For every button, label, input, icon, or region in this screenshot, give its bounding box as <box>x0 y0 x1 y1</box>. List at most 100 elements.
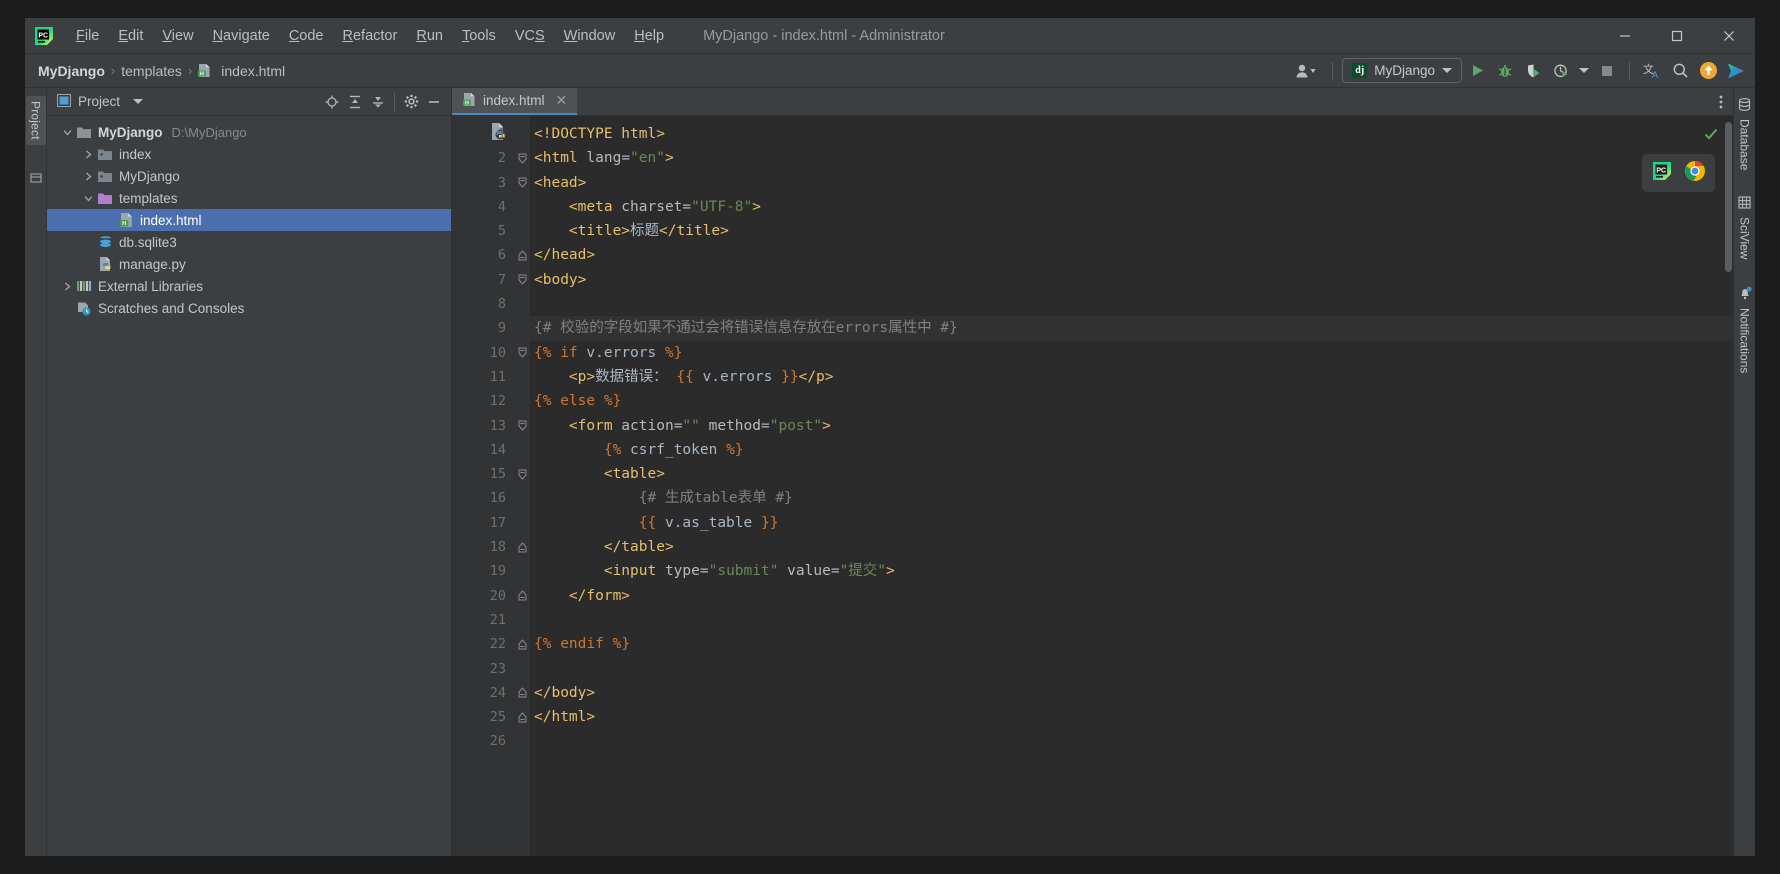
tool-window-tab-database[interactable]: Database <box>1736 96 1754 172</box>
chevron-down-icon[interactable] <box>59 128 75 137</box>
code-line[interactable]: <table> <box>530 462 1733 486</box>
debug-bug-icon[interactable] <box>1492 58 1518 84</box>
line-number[interactable]: 7 <box>452 268 514 292</box>
tree-row[interactable]: db.sqlite3 <box>47 231 451 253</box>
tree-row[interactable]: manage.py <box>47 253 451 275</box>
tree-row[interactable]: MyDjango <box>47 165 451 187</box>
tree-row[interactable]: Scratches and Consoles <box>47 297 451 319</box>
collapse-all-icon[interactable] <box>367 91 389 113</box>
tool-window-tab-project[interactable]: Project <box>25 96 46 145</box>
minimize-button[interactable] <box>1599 18 1651 53</box>
line-number[interactable]: 4 <box>452 195 514 219</box>
editor-tab-index-html[interactable]: H index.html ✕ <box>452 88 578 115</box>
code-line[interactable]: <html lang="en"> <box>530 146 1733 170</box>
line-number[interactable]: 20 <box>452 584 514 608</box>
code-line[interactable]: <head> <box>530 171 1733 195</box>
code-line[interactable]: <title>标题</title> <box>530 219 1733 243</box>
line-number[interactable]: 23 <box>452 657 514 681</box>
line-number[interactable]: 17 <box>452 511 514 535</box>
menu-view[interactable]: View <box>153 24 202 48</box>
tree-row[interactable]: MyDjango D:\MyDjango <box>47 121 451 143</box>
tree-row[interactable]: External Libraries <box>47 275 451 297</box>
chevron-right-icon[interactable] <box>80 172 96 181</box>
code-content[interactable]: PC <!DOCTYPE html> <html lang="en"> <hea… <box>530 116 1733 856</box>
code-line[interactable]: {% endif %} <box>530 632 1733 656</box>
menu-file[interactable]: File <box>67 24 108 48</box>
fold-marker[interactable] <box>514 462 530 486</box>
line-number[interactable]: 24 <box>452 681 514 705</box>
code-line[interactable]: {# 生成table表单 #} <box>530 486 1733 510</box>
fold-marker[interactable] <box>514 535 530 559</box>
code-folding-gutter[interactable] <box>514 116 530 856</box>
run-button[interactable] <box>1464 58 1490 84</box>
more-vertical-icon[interactable] <box>1709 88 1733 115</box>
code-line[interactable]: </body> <box>530 681 1733 705</box>
chevron-right-icon[interactable] <box>80 150 96 159</box>
maximize-button[interactable] <box>1651 18 1703 53</box>
code-line[interactable]: <!DOCTYPE html> <box>530 122 1733 146</box>
line-number[interactable]: 14 <box>452 438 514 462</box>
fold-marker[interactable] <box>514 705 530 729</box>
line-number[interactable]: 19 <box>452 559 514 583</box>
menu-refactor[interactable]: Refactor <box>334 24 407 48</box>
close-icon[interactable]: ✕ <box>556 92 568 109</box>
fold-marker[interactable] <box>514 681 530 705</box>
gear-icon[interactable] <box>400 91 422 113</box>
menu-navigate[interactable]: Navigate <box>204 24 279 48</box>
line-number[interactable]: 16 <box>452 486 514 510</box>
fold-marker[interactable] <box>514 584 530 608</box>
up-arrow-circle-icon[interactable] <box>1695 58 1721 84</box>
coverage-shield-icon[interactable] <box>1520 58 1546 84</box>
project-panel-title-group[interactable]: Project <box>57 93 144 110</box>
structure-icon[interactable] <box>29 171 42 189</box>
menu-help[interactable]: Help <box>625 24 673 48</box>
breadcrumb-item-file[interactable]: index.html <box>218 61 288 81</box>
code-line[interactable] <box>530 292 1733 316</box>
minimize-icon[interactable] <box>423 91 445 113</box>
line-number[interactable]: 26 <box>452 729 514 753</box>
user-account-icon[interactable] <box>1289 58 1323 84</box>
tree-row[interactable]: Hindex.html <box>47 209 451 231</box>
close-button[interactable] <box>1703 18 1755 53</box>
fold-marker[interactable] <box>514 171 530 195</box>
fold-marker[interactable] <box>514 632 530 656</box>
run-configuration-selector[interactable]: dj MyDjango <box>1342 58 1462 83</box>
colorful-play-icon[interactable] <box>1723 58 1749 84</box>
code-line[interactable]: </form> <box>530 584 1733 608</box>
breadcrumb-item-project[interactable]: MyDjango <box>35 61 108 81</box>
stop-button[interactable] <box>1594 58 1620 84</box>
line-number[interactable]: 25 <box>452 705 514 729</box>
line-number[interactable]: 6 <box>452 243 514 267</box>
line-number[interactable]: 2 <box>452 146 514 170</box>
code-line[interactable]: </table> <box>530 535 1733 559</box>
profiler-clock-icon[interactable] <box>1548 58 1574 84</box>
tree-row[interactable]: templates <box>47 187 451 209</box>
line-number[interactable]: 22 <box>452 632 514 656</box>
fold-marker[interactable] <box>514 146 530 170</box>
chevron-down-icon[interactable] <box>133 99 144 104</box>
fold-marker[interactable] <box>514 243 530 267</box>
line-number[interactable]: 3 <box>452 171 514 195</box>
line-number[interactable]: 13 <box>452 414 514 438</box>
menu-tools[interactable]: Tools <box>453 24 505 48</box>
line-number[interactable]: 15 <box>452 462 514 486</box>
code-line[interactable]: <input type="submit" value="提交"> <box>530 559 1733 583</box>
line-number[interactable]: 18 <box>452 535 514 559</box>
breadcrumb-item-templates[interactable]: templates <box>118 61 185 81</box>
code-line[interactable]: {# 校验的字段如果不通过会将错误信息存放在errors属性中 #} <box>530 316 1733 341</box>
line-number[interactable]: 1 <box>452 122 514 146</box>
tool-window-tab-notifications[interactable]: Notifications <box>1736 284 1754 375</box>
line-number[interactable]: 5 <box>452 219 514 243</box>
code-line[interactable] <box>530 608 1733 632</box>
code-line[interactable]: {% else %} <box>530 389 1733 413</box>
line-number[interactable]: 11 <box>452 365 514 389</box>
chevron-down-icon[interactable] <box>1576 58 1592 84</box>
chrome-logo-icon[interactable] <box>1684 160 1706 186</box>
chevron-down-icon[interactable] <box>80 194 96 203</box>
inspection-status-icon[interactable] <box>1703 126 1719 146</box>
fold-marker[interactable] <box>514 341 530 365</box>
line-number[interactable]: 12 <box>452 389 514 413</box>
code-line[interactable] <box>530 729 1733 753</box>
tool-window-tab-sciview[interactable]: SciView <box>1736 194 1754 261</box>
translate-icon[interactable]: 文 A <box>1639 58 1665 84</box>
